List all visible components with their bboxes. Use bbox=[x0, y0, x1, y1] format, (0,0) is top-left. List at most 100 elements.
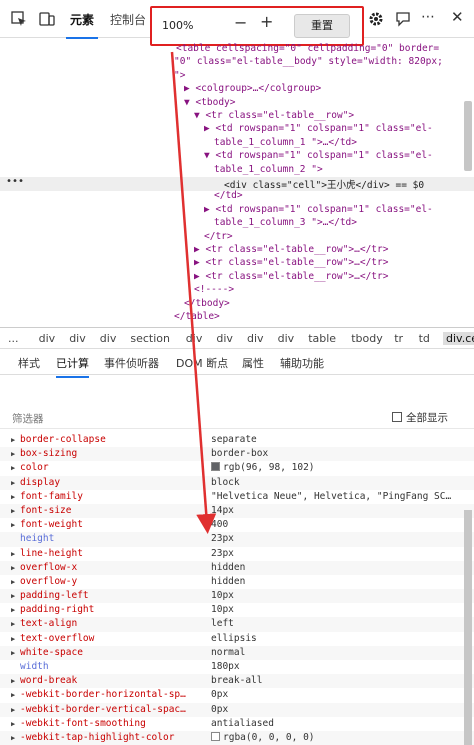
breadcrumb-item[interactable]: div bbox=[247, 332, 264, 345]
expand-triangle-icon[interactable]: ▶ bbox=[11, 575, 15, 589]
computed-property-row[interactable]: ▶ border-collapse separate bbox=[0, 433, 474, 447]
expand-triangle-icon[interactable]: ▶ bbox=[11, 717, 15, 731]
computed-property-row[interactable]: ▶ word-break break-all bbox=[0, 674, 474, 689]
dom-scrollbar[interactable] bbox=[464, 101, 472, 171]
dom-node-line[interactable]: ▶ <tr class="el-table__row">…</tr> bbox=[194, 244, 388, 255]
dom-node-line[interactable]: <table cellspacing="0" cellpadding="0" b… bbox=[176, 43, 439, 54]
breadcrumb-item[interactable]: div bbox=[216, 332, 233, 345]
zoom-out-button[interactable]: − bbox=[234, 13, 247, 32]
breadcrumb-item[interactable]: div bbox=[39, 332, 56, 345]
dom-node-line[interactable]: ▶ <colgroup>…</colgroup> bbox=[184, 83, 321, 94]
breadcrumb-item[interactable]: table bbox=[308, 332, 336, 345]
dom-node-line[interactable]: </td> bbox=[214, 190, 243, 201]
inspect-element-icon[interactable] bbox=[10, 10, 28, 28]
computed-property-row[interactable]: ▶ font-weight 400 bbox=[0, 518, 474, 532]
dom-node-line[interactable]: table_1_column_1 ">…</td> bbox=[214, 137, 357, 148]
checkbox-icon[interactable] bbox=[392, 412, 402, 422]
expand-triangle-icon[interactable]: ▶ bbox=[11, 731, 15, 745]
zoom-in-button[interactable]: + bbox=[260, 12, 273, 31]
tab-elements[interactable]: 元素 bbox=[65, 11, 99, 39]
expand-triangle-icon[interactable]: ▶ bbox=[11, 476, 15, 490]
computed-property-row[interactable]: ▶ white-space normal bbox=[0, 645, 474, 660]
computed-property-row[interactable]: ▶ text-align left bbox=[0, 617, 474, 632]
computed-property-row[interactable]: ▶ padding-right 10px bbox=[0, 603, 474, 617]
sidebar-tab[interactable]: DOM 断点 bbox=[176, 355, 228, 371]
breadcrumb-item[interactable]: tr bbox=[394, 332, 403, 345]
dom-node-line[interactable]: ▼ <tbody> bbox=[184, 97, 235, 108]
dom-node-line[interactable]: ▶ <td rowspan="1" colspan="1" class="el- bbox=[204, 123, 433, 134]
gear-icon[interactable] bbox=[367, 10, 385, 28]
breadcrumb-item[interactable]: tbody bbox=[351, 332, 383, 345]
expand-triangle-icon[interactable]: ▶ bbox=[11, 504, 15, 518]
computed-property-row[interactable]: ▶ -webkit-border-horizontal-sp… 0px bbox=[0, 688, 474, 702]
expand-triangle-icon[interactable]: ▶ bbox=[11, 589, 15, 603]
computed-property-row[interactable]: height 23px bbox=[0, 532, 474, 547]
sidebar-tab[interactable]: 事件侦听器 bbox=[104, 355, 159, 371]
computed-property-row[interactable]: ▶ -webkit-font-smoothing antialiased bbox=[0, 717, 474, 731]
expand-triangle-icon[interactable]: ▶ bbox=[11, 646, 15, 660]
expand-triangle-icon[interactable]: ▶ bbox=[11, 447, 15, 461]
feedback-icon[interactable] bbox=[394, 10, 412, 28]
computed-property-row[interactable]: ▶ line-height 23px bbox=[0, 547, 474, 561]
computed-property-row[interactable]: ▶ font-family "Helvetica Neue", Helvetica,… bbox=[0, 490, 474, 504]
breadcrumb-item[interactable]: div bbox=[278, 332, 295, 345]
device-emulation-icon[interactable] bbox=[38, 10, 56, 28]
dom-node-line[interactable]: ▼ <tr class="el-table__row"> bbox=[194, 110, 354, 121]
dom-node-line[interactable]: <!----> bbox=[194, 284, 234, 295]
computed-property-row[interactable]: ▶ overflow-x hidden bbox=[0, 560, 474, 575]
expand-triangle-icon[interactable]: ▶ bbox=[11, 490, 15, 504]
sidebar-tab[interactable]: 辅助功能 bbox=[280, 355, 324, 371]
color-swatch-icon[interactable] bbox=[211, 731, 220, 741]
expand-triangle-icon[interactable]: ▶ bbox=[11, 561, 15, 575]
expand-triangle-icon[interactable]: ▶ bbox=[11, 703, 15, 717]
more-options-icon[interactable]: ⋯ bbox=[421, 9, 435, 25]
breadcrumb-item[interactable]: div bbox=[69, 332, 86, 345]
expand-triangle-icon[interactable]: ▶ bbox=[11, 433, 15, 447]
computed-property-row[interactable]: ▶ overflow-y hidden bbox=[0, 575, 474, 589]
dom-node-line[interactable]: </tbody> bbox=[184, 298, 230, 309]
show-all-checkbox[interactable]: 全部显示 bbox=[392, 410, 448, 425]
expand-triangle-icon[interactable]: ▶ bbox=[11, 632, 15, 646]
computed-property-row[interactable]: ▶ padding-left 10px bbox=[0, 589, 474, 604]
zoom-reset-button[interactable]: 重置 bbox=[294, 14, 350, 38]
dom-node-line[interactable]: ▶ <tr class="el-table__row">…</tr> bbox=[194, 257, 388, 268]
dom-node-line[interactable]: table_1_column_3 ">…</td> bbox=[214, 217, 357, 228]
expand-triangle-icon[interactable]: ▶ bbox=[11, 617, 15, 631]
computed-property-row[interactable]: ▶ text-overflow ellipsis bbox=[0, 632, 474, 646]
expand-triangle-icon[interactable]: ▶ bbox=[11, 547, 15, 561]
dom-node-line[interactable]: ▶ <tr class="el-table__row">…</tr> bbox=[194, 271, 388, 282]
breadcrumb-item[interactable]: div bbox=[186, 332, 203, 345]
breadcrumb-item[interactable]: td bbox=[419, 332, 430, 345]
dom-node-line[interactable]: table_1_column_2 "> bbox=[214, 164, 323, 175]
dom-node-line[interactable]: "0" class="el-table__body" style="width:… bbox=[174, 56, 443, 67]
dom-node-line[interactable]: ▼ <td rowspan="1" colspan="1" class="el- bbox=[204, 150, 433, 161]
sidebar-tab[interactable]: 属性 bbox=[242, 355, 264, 371]
computed-property-row[interactable]: ▶ color rgb(96, 98, 102) bbox=[0, 461, 474, 475]
dom-node-line[interactable]: </table> bbox=[174, 311, 220, 322]
tab-console[interactable]: 控制台 bbox=[110, 11, 146, 28]
computed-property-row[interactable]: ▶ -webkit-border-vertical-spac… 0px bbox=[0, 702, 474, 717]
breadcrumb-item[interactable]: ... bbox=[8, 332, 19, 345]
expand-triangle-icon[interactable]: ▶ bbox=[11, 674, 15, 688]
computed-property-row[interactable]: ▶ box-sizing border-box bbox=[0, 447, 474, 462]
computed-scrollbar[interactable] bbox=[464, 510, 472, 745]
computed-property-row[interactable]: ▶ display block bbox=[0, 475, 474, 490]
expand-triangle-icon[interactable]: ▶ bbox=[11, 461, 15, 475]
color-swatch-icon[interactable] bbox=[211, 462, 220, 472]
breadcrumb-item[interactable]: div.cell bbox=[443, 332, 474, 345]
dom-node-line[interactable]: "> bbox=[174, 70, 185, 81]
close-icon[interactable]: ✕ bbox=[451, 8, 464, 26]
computed-property-row[interactable]: ▶ font-size 14px bbox=[0, 503, 474, 519]
filter-input[interactable]: 筛选器 bbox=[12, 411, 44, 426]
breadcrumb-item[interactable]: section bbox=[130, 332, 170, 345]
expand-triangle-icon[interactable]: ▶ bbox=[11, 688, 15, 702]
expand-triangle-icon[interactable]: ▶ bbox=[11, 518, 15, 532]
computed-property-row[interactable]: width 180px bbox=[0, 660, 474, 674]
computed-property-row[interactable]: ▶ -webkit-tap-highlight-color rgba(0, 0, 0… bbox=[0, 730, 474, 745]
dom-node-line[interactable]: ▶ <td rowspan="1" colspan="1" class="el- bbox=[204, 204, 433, 215]
expand-triangle-icon[interactable]: ▶ bbox=[11, 603, 15, 617]
dom-node-line[interactable]: <div class="cell">王小虎</div> == $0 bbox=[224, 177, 424, 191]
sidebar-tab[interactable]: 已计算 bbox=[56, 355, 89, 378]
dom-node-line[interactable]: </tr> bbox=[204, 231, 233, 242]
breadcrumb-item[interactable]: div bbox=[100, 332, 117, 345]
